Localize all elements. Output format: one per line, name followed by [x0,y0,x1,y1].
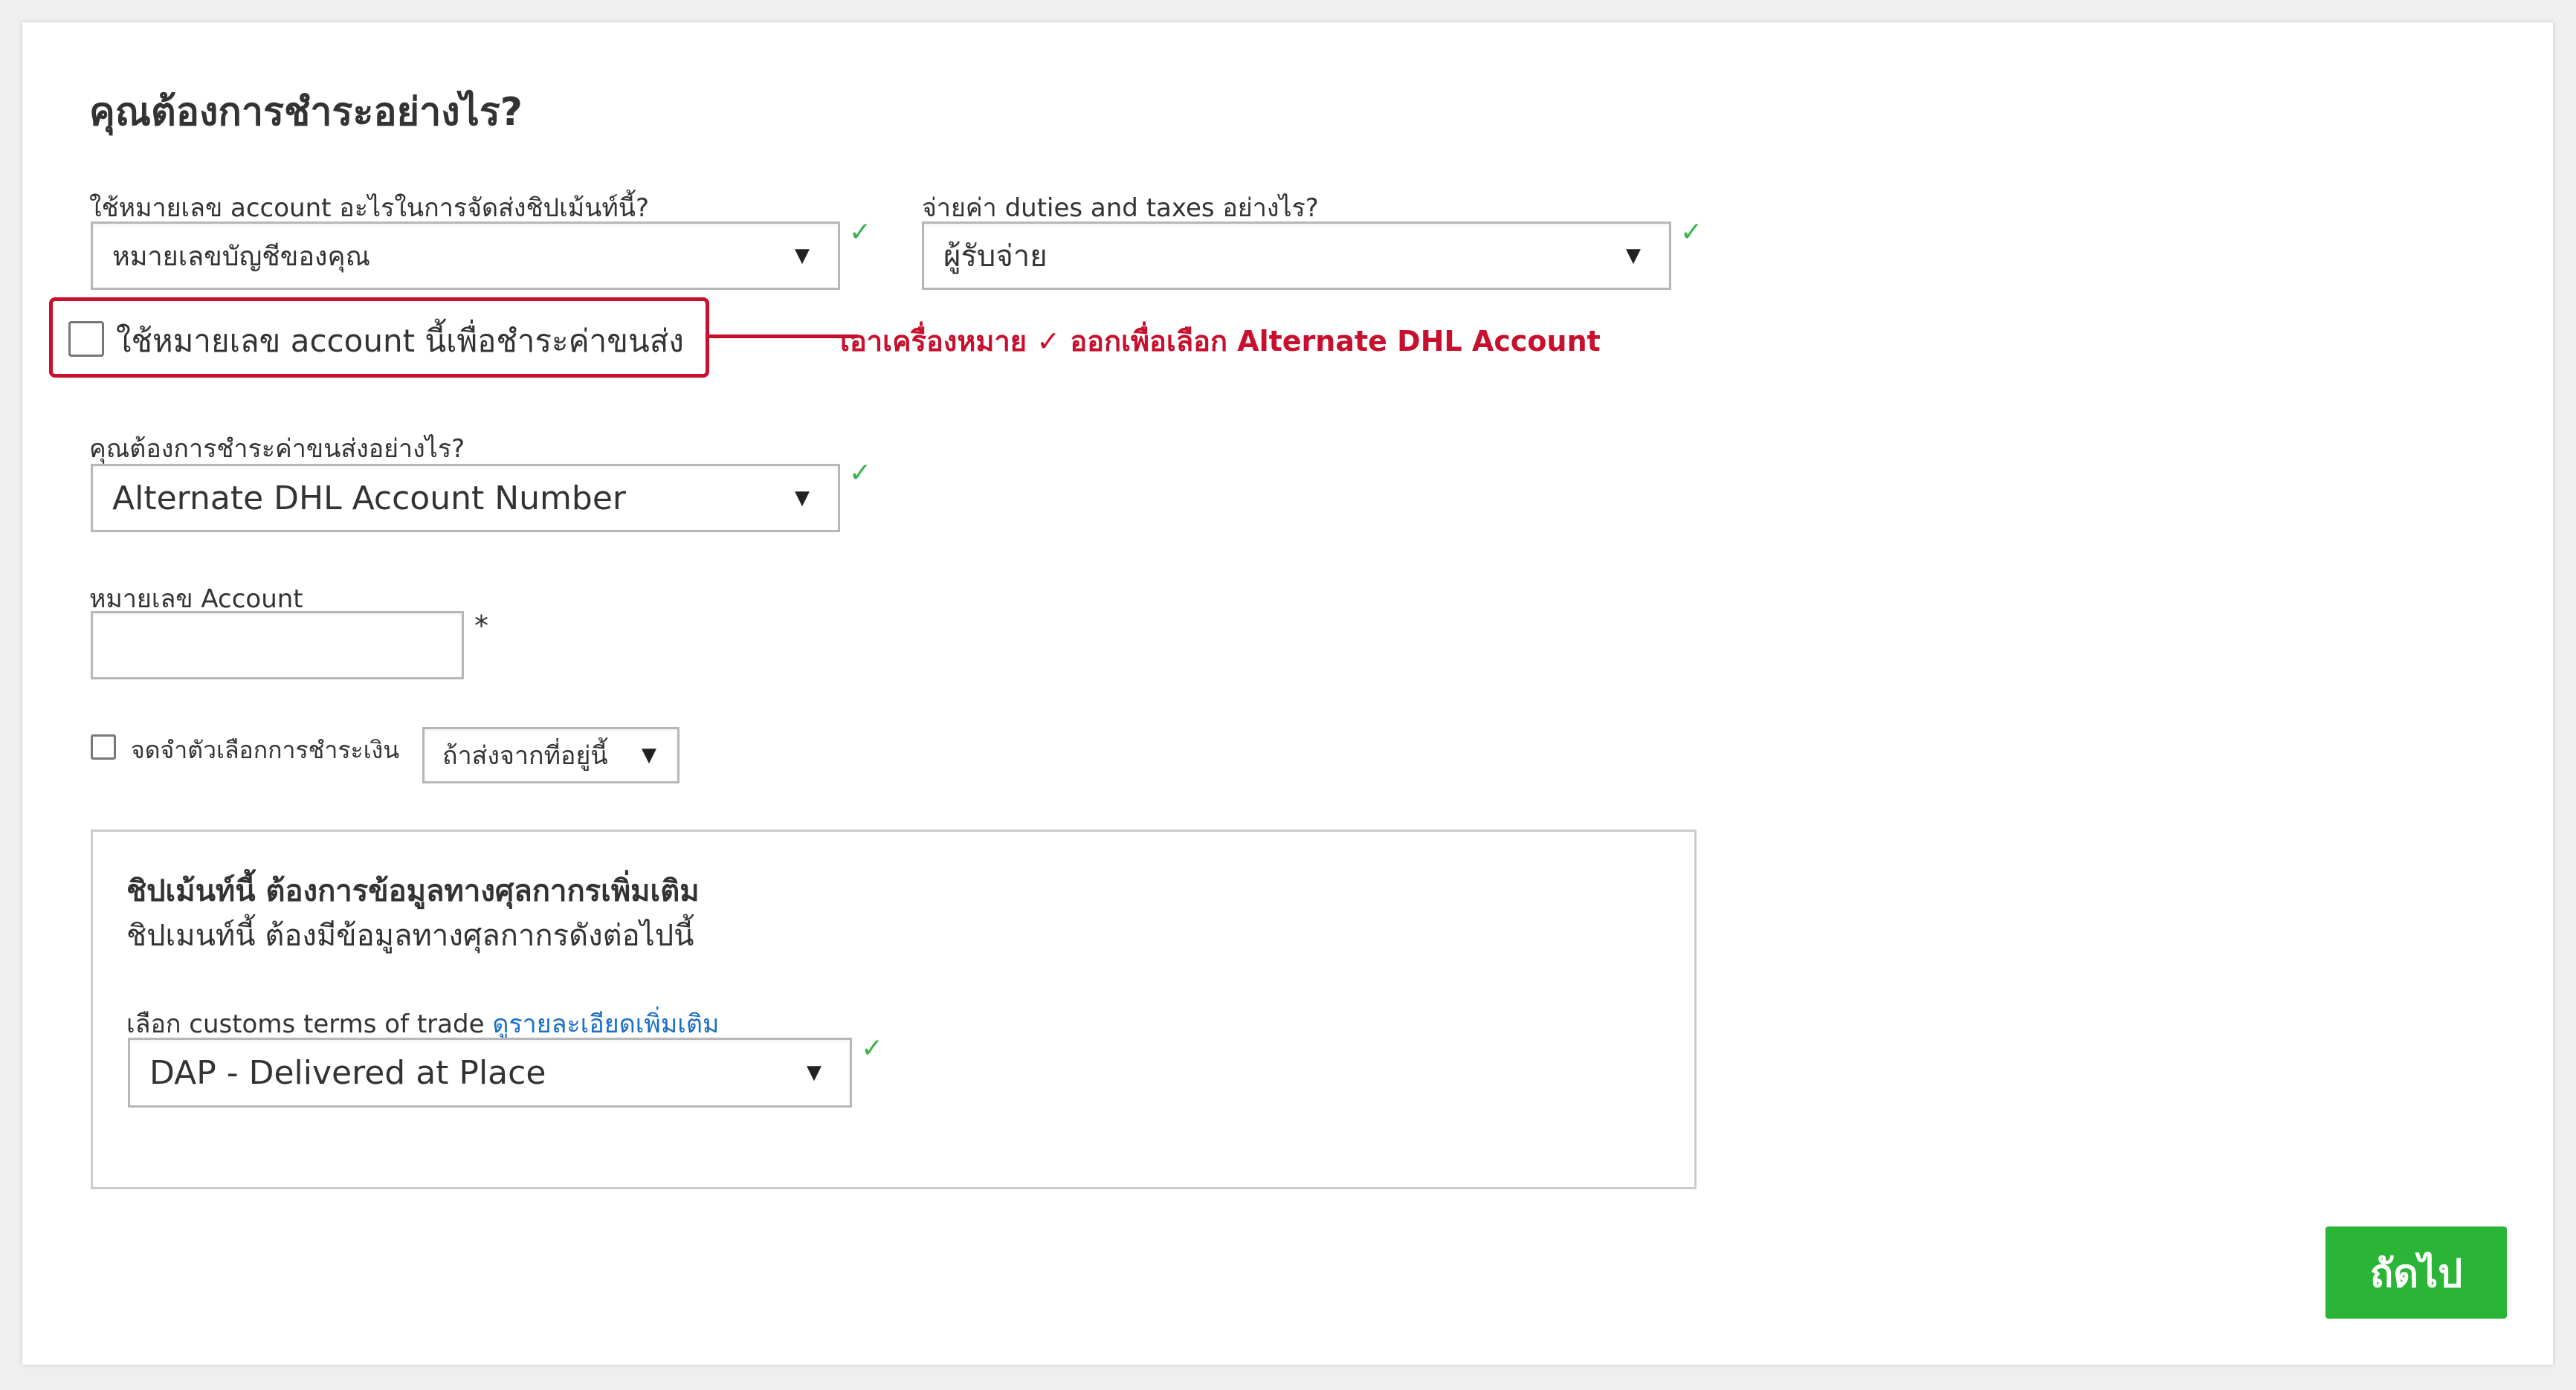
duties-taxes-value: ผู้รับจ่าย [943,239,1047,274]
chevron-down-icon: ▼ [795,245,810,267]
remember-payment-select[interactable]: ถ้าส่งจากที่อยู่นี้ ▼ [422,727,679,783]
remember-payment-checkbox[interactable] [91,734,116,760]
use-account-for-shipping-label: ใช้หมายเลข account นี้เพื่อชำระค่าขนส่ง [116,323,684,359]
shipping-payment-label: คุณต้องการชำระค่าขนส่งอย่างไร? [89,434,465,464]
chevron-down-icon: ▼ [795,487,810,509]
account-usage-select[interactable]: หมายเลขบัญชีของคุณ ▼ [91,222,840,290]
remember-payment-label: จดจำตัวเลือกการชำระเงิน [131,736,400,764]
use-account-for-shipping-checkbox[interactable] [68,321,104,357]
customs-terms-valid-icon: ✓ [861,1033,884,1064]
next-button[interactable]: ถัดไป [2325,1226,2507,1319]
customs-terms-select[interactable]: DAP - Delivered at Place ▼ [128,1038,852,1108]
duties-taxes-valid-icon: ✓ [1680,217,1703,248]
customs-terms-label: เลือก customs terms of trade [126,1009,485,1039]
shipping-payment-value: Alternate DHL Account Number [112,479,626,517]
remember-payment-value: ถ้าส่งจากที่อยู่นี้ [442,741,608,771]
page-title: คุณต้องการชำระอย่างไร? [89,90,523,135]
payment-card: คุณต้องการชำระอย่างไร? ใช้หมายเลข accoun… [22,22,2553,1365]
account-usage-value: หมายเลขบัญชีของคุณ [112,241,370,272]
account-usage-valid-icon: ✓ [849,217,872,248]
customs-subheading: ชิปเมนท์นี้ ต้องมีข้อมูลทางศุลกากรดังต่อ… [126,919,694,953]
annotation-connector-line [709,334,858,338]
required-asterisk: * [474,610,488,642]
annotation-text: เอาเครื่องหมาย ✓ ออกเพื่อเลือก Alternate… [840,325,1601,358]
account-number-input[interactable] [91,611,464,679]
chevron-down-icon: ▼ [642,744,656,766]
customs-heading: ชิปเม้นท์นี้ ต้องการข้อมูลทางศุลกากรเพิ่… [126,874,700,908]
chevron-down-icon: ▼ [1626,245,1641,267]
duties-taxes-select[interactable]: ผู้รับจ่าย ▼ [922,222,1671,290]
chevron-down-icon: ▼ [807,1061,821,1084]
customs-details-link[interactable]: ดูรายละเอียดเพิ่มเติม [492,1009,719,1039]
shipping-payment-select[interactable]: Alternate DHL Account Number ▼ [91,464,840,532]
customs-terms-value: DAP - Delivered at Place [149,1053,546,1092]
shipping-payment-valid-icon: ✓ [849,458,872,488]
